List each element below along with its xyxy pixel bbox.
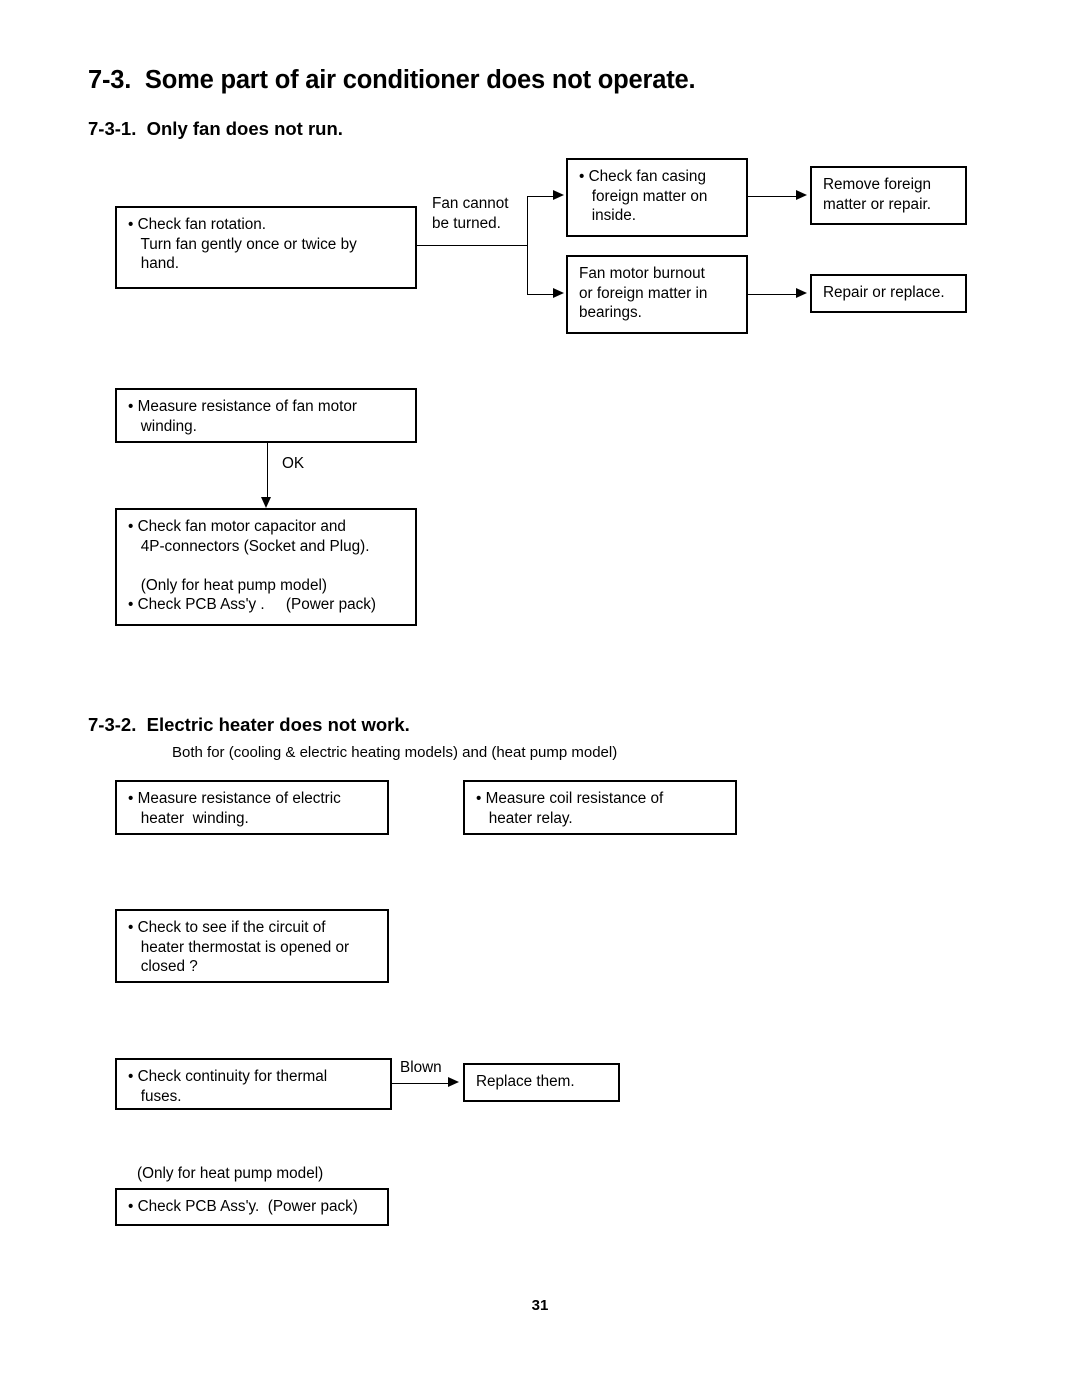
box-measure-resistance-fan-motor: • Measure resistance of fan motor windin… (115, 388, 417, 443)
section-main-number: 7-3. (88, 66, 132, 94)
arrow-to-replace-them (448, 1077, 459, 1087)
section-main-title: Some part of air conditioner does not op… (144, 66, 696, 94)
box-check-pcb-assy: • Check PCB Ass'y. (Power pack) (115, 1188, 389, 1226)
box-replace-them: Replace them. (463, 1063, 620, 1102)
box-check-capacitor-connectors-text: • Check fan motor capacitor and 4P-conne… (128, 518, 376, 613)
label-only-heat-pump-model: (Only for heat pump model) (137, 1165, 324, 1182)
box-fan-motor-burnout: Fan motor burnout or foreign matter in b… (566, 255, 748, 334)
arrow-to-remove-foreign-matter (796, 190, 807, 200)
section-1-title: Only fan does not run. (146, 118, 343, 139)
box-check-fan-rotation: • Check fan rotation. Turn fan gently on… (115, 206, 417, 289)
box-repair-or-replace-text: Repair or replace. (823, 284, 945, 301)
box-remove-foreign-matter-text: Remove foreign matter or repair. (823, 176, 931, 213)
box-check-pcb-assy-text: • Check PCB Ass'y. (Power pack) (128, 1198, 358, 1215)
connector-blown (392, 1083, 450, 1084)
section-1-number: 7-3-1. (88, 118, 137, 139)
box-fan-motor-burnout-text: Fan motor burnout or foreign matter in b… (579, 265, 708, 321)
label-blown: Blown (400, 1059, 442, 1076)
box-check-capacitor-connectors: • Check fan motor capacitor and 4P-conne… (115, 508, 417, 626)
box-remove-foreign-matter: Remove foreign matter or repair. (810, 166, 967, 225)
box-measure-coil-resistance-relay: • Measure coil resistance of heater rela… (463, 780, 737, 835)
box-check-continuity-thermal-fuses-text: • Check continuity for thermal fuses. (128, 1068, 328, 1105)
arrow-to-fan-motor-burnout (553, 288, 564, 298)
box-measure-resistance-heater: • Measure resistance of electric heater … (115, 780, 389, 835)
connector-ok-vertical (267, 443, 268, 498)
box-check-thermostat-circuit: • Check to see if the circuit of heater … (115, 909, 389, 983)
connector-branch-riser (527, 196, 528, 294)
connector-branch-top (527, 196, 555, 197)
box-check-fan-casing: • Check fan casing foreign matter on ins… (566, 158, 748, 237)
connector-burnout-to-repair (748, 294, 798, 295)
page-title: 7-3. Some part of air conditioner does n… (88, 66, 696, 95)
box-check-continuity-thermal-fuses: • Check continuity for thermal fuses. (115, 1058, 392, 1110)
box-replace-them-text: Replace them. (476, 1073, 575, 1090)
box-check-thermostat-circuit-text: • Check to see if the circuit of heater … (128, 919, 350, 975)
arrow-to-check-fan-casing (553, 190, 564, 200)
connector-casing-to-remove (748, 196, 798, 197)
box-repair-or-replace: Repair or replace. (810, 274, 967, 313)
section-2-number: 7-3-2. (88, 714, 137, 735)
connector-branch-stem (417, 245, 527, 246)
connector-branch-bottom (527, 294, 555, 295)
label-fan-cannot-be-turned: Fan cannot be turned. (432, 195, 509, 232)
page-number: 31 (531, 1297, 549, 1314)
manual-page: 7-3. Some part of air conditioner does n… (0, 0, 1080, 1397)
box-measure-coil-resistance-relay-text: • Measure coil resistance of heater rela… (476, 790, 664, 827)
box-check-fan-rotation-text: • Check fan rotation. Turn fan gently on… (128, 216, 357, 272)
box-measure-resistance-heater-text: • Measure resistance of electric heater … (128, 790, 341, 827)
section-1-heading: 7-3-1. Only fan does not run. (88, 118, 343, 140)
box-check-fan-casing-text: • Check fan casing foreign matter on ins… (579, 168, 708, 224)
box-measure-resistance-fan-motor-text: • Measure resistance of fan motor windin… (128, 398, 357, 435)
section-2-title: Electric heater does not work. (146, 714, 410, 735)
arrow-ok-down (261, 497, 271, 508)
arrow-to-repair-or-replace (796, 288, 807, 298)
section-2-heading: 7-3-2. Electric heater does not work. (88, 714, 410, 736)
section-2-note: Both for (cooling & electric heating mod… (172, 744, 618, 761)
label-ok: OK (282, 455, 305, 472)
